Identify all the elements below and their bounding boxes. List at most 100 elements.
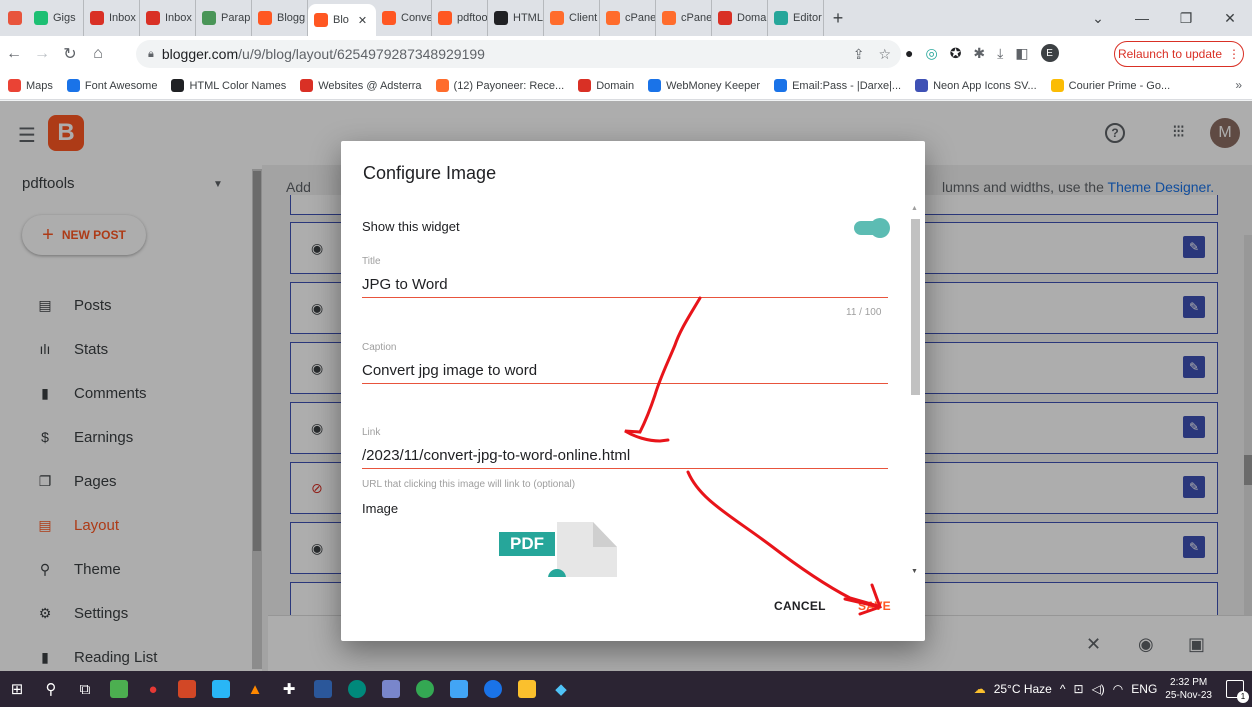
new-tab-icon[interactable]: + <box>824 8 852 29</box>
tray-chevron-icon[interactable]: ^ <box>1060 682 1066 696</box>
system-tray: ☁ 25°C Haze ^ ⊡ ◁) ◠ ENG 2:32 PM 25-Nov-… <box>974 671 1252 707</box>
bookmark-item[interactable]: Font Awesome <box>66 79 158 92</box>
browser-tab[interactable]: cPanel <box>600 0 656 36</box>
opera-icon[interactable]: ● <box>136 671 170 707</box>
bookmark-label: WebMoney Keeper <box>666 79 761 92</box>
bookmark-item[interactable]: Email:Pass - |Darxe|... <box>774 79 901 92</box>
share-icon[interactable]: ⇪ <box>853 46 865 63</box>
bookmark-item[interactable]: Courier Prime - Go... <box>1050 79 1171 92</box>
app-icon[interactable] <box>340 671 374 707</box>
url-input[interactable]: 🔒︎ blogger.com/u/9/blog/layout/625497928… <box>136 40 901 68</box>
fiverr-icon <box>34 11 48 25</box>
browser-tab[interactable]: cPanel <box>656 0 712 36</box>
browser-tab-label: Client <box>569 12 598 24</box>
notification-center-icon[interactable]: 1 <box>1226 680 1249 703</box>
language-indicator[interactable]: ENG <box>1131 682 1157 696</box>
download-icon[interactable]: ⤓ <box>997 45 1003 62</box>
browser-tab[interactable]: Editor <box>768 0 824 36</box>
title-field[interactable]: JPG to Word <box>362 276 448 293</box>
vlc-icon[interactable]: ▲ <box>238 671 272 707</box>
extensions-puzzle-icon[interactable]: ✱ <box>973 45 985 62</box>
app-icon[interactable]: ✚ <box>272 671 306 707</box>
relaunch-label: Relaunch to update <box>1117 47 1223 61</box>
wifi-icon[interactable]: ◠ <box>1113 682 1123 696</box>
app-icon[interactable] <box>204 671 238 707</box>
browser-tab-label: Inbox <box>109 12 136 24</box>
relaunch-button[interactable]: Relaunch to update ⋮ <box>1114 41 1244 67</box>
browser-tab[interactable]: Conve <box>376 0 432 36</box>
bookmark-label: Courier Prime - Go... <box>1068 79 1171 92</box>
extension-icon[interactable]: ● <box>905 45 913 61</box>
side-panel-icon[interactable]: ◧ <box>1015 45 1028 62</box>
task-view-icon[interactable]: ⧉ <box>68 671 102 707</box>
title-char-counter: 11 / 100 <box>846 307 882 318</box>
scroll-down-icon[interactable]: ▼ <box>911 568 918 575</box>
file-explorer-icon[interactable] <box>510 671 544 707</box>
reload-icon[interactable]: ↻ <box>56 44 84 64</box>
browser-tab[interactable]: pdftoo <box>432 0 488 36</box>
more-bookmarks-icon[interactable]: » <box>1235 78 1242 92</box>
browser-tab[interactable]: Gigs <box>28 0 84 36</box>
save-button[interactable]: SAVE <box>858 599 891 613</box>
caption-field[interactable]: Convert jpg image to word <box>362 362 537 379</box>
maximize-icon[interactable]: ❐ <box>1164 10 1208 27</box>
weather-icon[interactable]: ☁ <box>974 682 986 696</box>
network-icon[interactable]: ⊡ <box>1074 682 1084 696</box>
forward-icon[interactable]: → <box>28 45 56 63</box>
pdf-badge: PDF <box>499 532 555 556</box>
chrome-icon[interactable] <box>408 671 442 707</box>
close-tab-icon[interactable]: ✕ <box>358 14 367 27</box>
chrome-icon[interactable] <box>476 671 510 707</box>
browser-tab[interactable]: Domai <box>712 0 768 36</box>
tab-search-icon[interactable]: ⌄ <box>1076 10 1120 27</box>
bookmark-item[interactable]: HTML Color Names <box>171 79 286 92</box>
clock[interactable]: 2:32 PM 25-Nov-23 <box>1165 676 1212 702</box>
browser-tab[interactable]: Inbox <box>140 0 196 36</box>
search-icon[interactable]: ⚲ <box>34 671 68 707</box>
close-window-icon[interactable]: ✕ <box>1208 10 1252 27</box>
app-icon[interactable] <box>442 671 476 707</box>
browser-tab-label: Editor <box>793 12 822 24</box>
extension-icon[interactable]: ◎ <box>925 45 937 62</box>
browser-tab-label: Paraph <box>221 12 251 24</box>
more-menu-icon: ⋮ <box>1228 47 1241 61</box>
extension-icon[interactable]: ✪ <box>950 45 962 62</box>
app-icon[interactable] <box>102 671 136 707</box>
home-icon[interactable]: ⌂ <box>84 45 112 63</box>
powerpoint-icon[interactable] <box>170 671 204 707</box>
dialog-body: Show this widget Title JPG to Word 11 / … <box>341 201 925 577</box>
app-icon[interactable]: ◆ <box>544 671 578 707</box>
link-field-underline <box>362 468 888 469</box>
browser-tab[interactable] <box>2 0 28 36</box>
bookmark-star-icon[interactable]: ☆ <box>878 46 891 63</box>
browser-tab[interactable]: HTML <box>488 0 544 36</box>
profile-avatar[interactable]: E <box>1040 44 1059 62</box>
windows-start-icon[interactable]: ⊞ <box>0 671 34 707</box>
image-preview[interactable]: PDF <box>499 522 617 577</box>
dialog-scrollbar[interactable]: ▲ ▼ <box>908 203 922 577</box>
word-icon[interactable] <box>306 671 340 707</box>
back-icon[interactable]: ← <box>0 45 28 63</box>
bookmark-label: Font Awesome <box>84 79 158 92</box>
link-field[interactable]: /2023/11/convert-jpg-to-word-online.html <box>362 447 630 464</box>
scroll-up-icon[interactable]: ▲ <box>911 205 918 212</box>
bookmark-item[interactable]: Domain <box>578 79 634 92</box>
bookmark-item[interactable]: (12) Payoneer: Rece... <box>435 79 564 92</box>
bookmark-item[interactable]: Neon App Icons SV... <box>915 79 1037 92</box>
browser-tab[interactable]: Blo ✕ <box>308 4 376 36</box>
bookmark-item[interactable]: Websites @ Adsterra <box>300 79 422 92</box>
volume-icon[interactable]: ◁) <box>1092 682 1105 696</box>
app-icon[interactable] <box>374 671 408 707</box>
browser-tab[interactable]: Client <box>544 0 600 36</box>
bookmark-item[interactable]: Maps <box>8 79 53 92</box>
minimize-icon[interactable]: — <box>1120 10 1164 26</box>
domain-icon <box>718 11 732 25</box>
show-widget-toggle[interactable] <box>854 218 890 238</box>
bookmark-label: Domain <box>596 79 635 92</box>
browser-tab[interactable]: Blogg <box>252 0 308 36</box>
weather-text[interactable]: 25°C Haze <box>994 682 1052 696</box>
browser-tab[interactable]: Inbox <box>84 0 140 36</box>
bookmark-item[interactable]: WebMoney Keeper <box>648 79 760 92</box>
browser-tab[interactable]: Paraph <box>196 0 252 36</box>
cancel-button[interactable]: CANCEL <box>774 599 826 613</box>
